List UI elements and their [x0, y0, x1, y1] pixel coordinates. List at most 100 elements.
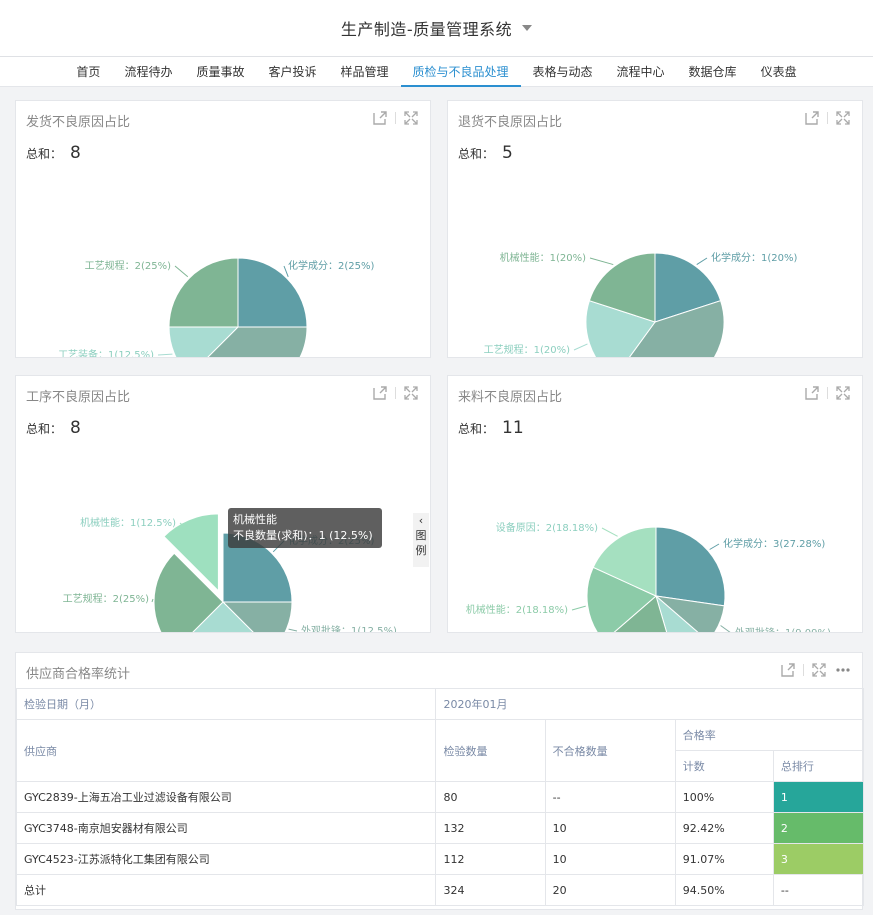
cell-rate: 92.42% [674, 812, 774, 844]
pie-label: 外观批锋：1(12.5%) [301, 624, 397, 632]
legend-text: 图 [415, 529, 427, 542]
card-sum: 总和： 8 [26, 143, 81, 163]
pie-slice[interactable] [168, 257, 239, 328]
open-external-icon[interactable] [803, 384, 821, 402]
cell-rate: 94.50% [674, 874, 774, 906]
rank-header: 总排行 [772, 750, 865, 782]
cell-qty: 324 [435, 874, 546, 906]
nav-item[interactable]: 客户投诉 [256, 57, 328, 87]
card-title: 发货不良原因占比 [26, 115, 131, 130]
card-title: 来料不良原因占比 [458, 390, 563, 405]
pie-slice[interactable] [655, 526, 726, 607]
cell-rate: 100% [674, 781, 774, 813]
sum-label: 总和： [458, 147, 495, 161]
card-title: 退货不良原因占比 [458, 115, 563, 130]
open-external-icon[interactable] [371, 109, 389, 127]
sum-value: 11 [502, 418, 524, 438]
pie-label: 工艺规程：1(20%) [484, 343, 570, 356]
nav-item[interactable]: 质检与不良品处理 [400, 57, 521, 87]
rate-header: 合格率 [674, 719, 865, 751]
nav-item[interactable]: 首页 [64, 57, 112, 87]
chevron-down-icon[interactable] [522, 25, 533, 31]
open-external-icon[interactable] [371, 384, 389, 402]
tooltip-title: 机械性能 [233, 513, 277, 526]
cell-rate: 91.07% [674, 843, 774, 875]
fullscreen-icon[interactable] [834, 109, 852, 127]
ng-header: 不合格数量 [544, 719, 676, 782]
legend-text: 例 [415, 544, 427, 557]
divider [827, 387, 828, 399]
label-line [709, 543, 720, 550]
pie-chart: 化学成分：1(20%)外观批锋：2(40%)工艺规程：1(20%)机械性能：1(… [484, 251, 797, 357]
open-external-icon[interactable] [803, 109, 821, 127]
cell-supplier: 总计 [15, 874, 437, 906]
pie-label: 工艺规程：2(25%) [63, 592, 149, 605]
legend-toggle-button[interactable]: ‹ 图 例 [413, 513, 429, 567]
cell-ng: 10 [544, 812, 676, 844]
cell-ng: 10 [544, 843, 676, 875]
label-line [174, 265, 189, 278]
card-sum: 总和： 8 [26, 418, 81, 438]
cell-qty: 80 [435, 781, 546, 813]
chart-card: 工序不良原因占比总和：8化学成分：2(25%)外观批锋：1(12.5%)工艺装备… [15, 375, 431, 633]
cell-supplier: GYC4523-江苏派特化工集团有限公司 [15, 843, 437, 875]
nav-item[interactable]: 数据仓库 [677, 57, 749, 87]
date-value: 2020年01月 [435, 688, 864, 720]
app-header: 生产制造-质量管理系统 [0, 0, 873, 57]
chart-card: 发货不良原因占比总和： 8 化学成分：2(25%)外观批锋：3(37.5%)工艺装备… [15, 100, 431, 358]
pie-label: 设备原因：2(18.18%) [496, 521, 598, 534]
open-external-icon[interactable] [779, 661, 797, 679]
fullscreen-icon[interactable] [834, 384, 852, 402]
sum-value: 8 [70, 143, 81, 163]
pie-label: 工艺规程：2(25%) [85, 259, 171, 272]
nav-item[interactable]: 质量事故 [184, 57, 256, 87]
table-row: GYC2839-上海五冶工业过滤设备有限公司 80 -- 100% 1 [15, 781, 865, 813]
card-title: 工序不良原因占比 [26, 390, 131, 405]
nav-item[interactable]: 表格与动态 [521, 57, 605, 87]
pie-chart: 化学成分：3(27.28%)外观批锋：1(9.09%)工艺装备：1(9.09%)… [466, 521, 831, 632]
label-line [157, 353, 173, 356]
fullscreen-icon[interactable] [810, 661, 828, 679]
cell-ng: 20 [544, 874, 676, 906]
supplier-rate-card: 供应商合格率统计 检验日期（月） 2020年01月 供应商 检验数量 不合格数量… [15, 652, 865, 910]
pie-label: 机械性能：1(20%) [500, 251, 586, 264]
label-line [696, 257, 708, 265]
supplier-table: 检验日期（月） 2020年01月 供应商 检验数量 不合格数量 合格率 计数 总… [15, 688, 865, 906]
label-line [573, 343, 588, 351]
divider [395, 387, 396, 399]
sum-label: 总和： [458, 422, 495, 436]
label-line [288, 628, 298, 632]
pie-tooltip: 机械性能 不良数量(求和)：1 (12.5%) [228, 508, 382, 548]
table-row: 总计 324 20 94.50% -- [15, 874, 865, 906]
cell-qty: 112 [435, 843, 546, 875]
top-nav: 首页 流程待办 质量事故 客户投诉 样品管理 质检与不良品处理 表格与动态 流程中心 数据仓库仪… [0, 57, 873, 87]
card-title: 供应商合格率统计 [26, 667, 131, 682]
nav-item[interactable]: 样品管理 [328, 57, 400, 87]
table-row: GYC3748-南京旭安器材有限公司 132 10 92.42% 2 [15, 812, 865, 844]
nav-item[interactable]: 流程待办 [112, 57, 184, 87]
sum-value: 5 [502, 143, 513, 163]
cell-supplier: GYC2839-上海五冶工业过滤设备有限公司 [15, 781, 437, 813]
fullscreen-icon[interactable] [402, 109, 420, 127]
more-icon[interactable] [834, 661, 852, 679]
qty-header: 检验数量 [435, 719, 546, 782]
fullscreen-icon[interactable] [402, 384, 420, 402]
pie-label: 化学成分：2(25%) [288, 259, 374, 272]
card-sum: 总和： 11 [458, 418, 524, 438]
pie-label: 机械性能：1(12.5%) [80, 516, 176, 529]
pie-label: 工艺装备：1(12.5%) [58, 348, 154, 357]
pie-label: 机械性能：2(18.18%) [466, 603, 568, 616]
app-title[interactable]: 生产制造-质量管理系统 [341, 16, 512, 40]
cell-ng: -- [544, 781, 676, 813]
label-line [571, 605, 586, 611]
divider [827, 112, 828, 124]
pie-label: 化学成分：3(27.28%) [723, 537, 825, 550]
chevron-left-icon: ‹ [418, 514, 424, 527]
nav-item[interactable]: 仪表盘 [749, 57, 809, 87]
cell-qty: 132 [435, 812, 546, 844]
label-line [601, 527, 618, 537]
nav-item[interactable]: 流程中心 [605, 57, 677, 87]
pie-label: 外观批锋：1(9.09%) [735, 626, 831, 632]
chart-card: 来料不良原因占比总和： 11 化学成分：3(27.28%) 外观批锋：1(9.09%)… [447, 375, 863, 633]
table-row: GYC4523-江苏派特化工集团有限公司 112 10 91.07% 3 [15, 843, 865, 875]
